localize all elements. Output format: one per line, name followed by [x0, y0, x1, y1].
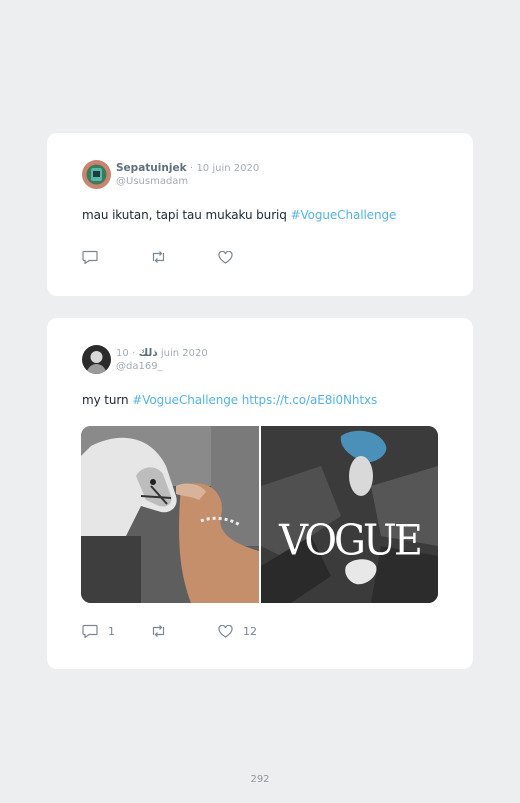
- heart-icon: [218, 250, 233, 264]
- like-button[interactable]: [218, 250, 243, 264]
- tweet-date[interactable]: 10 juin 2020: [196, 163, 259, 174]
- display-name[interactable]: ذلك: [139, 347, 158, 359]
- tweet-card[interactable]: ذلك · 10 juin 2020 @da169_ my turn #Vogu…: [47, 318, 473, 669]
- user-handle[interactable]: @Ususmadam: [116, 175, 259, 188]
- reply-count: 1: [108, 624, 115, 638]
- tweet-media: VOGUE: [81, 426, 438, 603]
- retweet-button[interactable]: [150, 624, 218, 638]
- tweet-actions: [82, 250, 243, 264]
- retweet-button[interactable]: [150, 250, 218, 264]
- page-number: 292: [250, 774, 270, 785]
- avatar[interactable]: [82, 160, 111, 189]
- tweet-header: Sepatuinjek · 10 juin 2020 @Ususmadam: [82, 160, 259, 189]
- url-link[interactable]: https://t.co/aE8i0Nhtxs: [238, 393, 378, 407]
- reply-icon: [82, 624, 98, 638]
- tweet-actions: 1 12: [82, 624, 257, 638]
- display-name[interactable]: Sepatuinjek: [116, 162, 187, 174]
- tweet-header: ذلك · 10 juin 2020 @da169_: [82, 345, 208, 374]
- like-button[interactable]: 12: [218, 624, 257, 638]
- vogue-logo: VOGUE: [279, 516, 423, 566]
- reply-button[interactable]: 1: [82, 624, 150, 638]
- hashtag-link[interactable]: #VogueChallenge: [132, 393, 238, 407]
- tweet-text: my turn #VogueChallenge https://t.co/aE8…: [82, 393, 377, 407]
- like-count: 12: [243, 624, 257, 638]
- separator: ·: [189, 162, 194, 174]
- media-photo-vogue[interactable]: VOGUE: [261, 426, 438, 603]
- separator: ·: [132, 347, 136, 359]
- heart-icon: [218, 624, 233, 638]
- tweet-text: mau ikutan, tapi tau mukaku buriq #Vogue…: [82, 208, 396, 222]
- tweet-date[interactable]: 10 juin 2020: [116, 348, 208, 359]
- reply-button[interactable]: [82, 250, 150, 264]
- avatar[interactable]: [82, 345, 111, 374]
- tweet-body: my turn: [82, 393, 133, 407]
- reply-icon: [82, 250, 98, 264]
- hashtag-link[interactable]: #VogueChallenge: [291, 208, 397, 222]
- user-handle[interactable]: @da169_: [116, 360, 208, 373]
- tweet-card[interactable]: Sepatuinjek · 10 juin 2020 @Ususmadam ma…: [47, 133, 473, 296]
- retweet-icon: [150, 624, 167, 638]
- media-photo-horse[interactable]: [81, 426, 259, 603]
- tweet-body: mau ikutan, tapi tau mukaku buriq: [82, 208, 291, 222]
- retweet-icon: [150, 250, 167, 264]
